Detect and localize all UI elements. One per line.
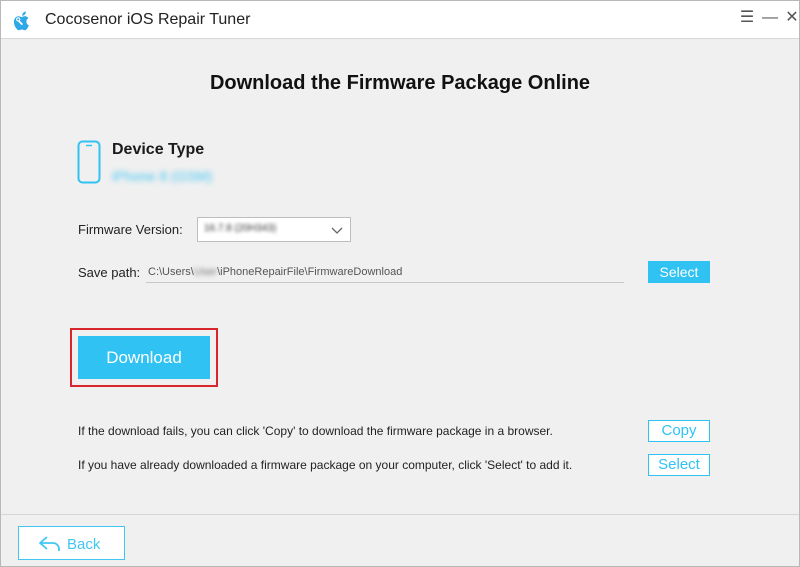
- phone-icon: [77, 140, 101, 184]
- minimize-icon[interactable]: —: [761, 9, 779, 27]
- chevron-down-icon: [331, 227, 343, 234]
- back-arrow-icon: [39, 536, 60, 551]
- menu-icon[interactable]: ☰: [738, 9, 756, 27]
- save-path-masked-user: User: [193, 266, 218, 278]
- save-path-suffix: \iPhoneRepairFile\FirmwareDownload: [217, 266, 403, 278]
- back-label: Back: [67, 536, 101, 553]
- select-firmware-button[interactable]: Select: [648, 454, 710, 476]
- select-info-text: If you have already downloaded a firmwar…: [78, 458, 573, 472]
- apple-wrench-icon: [13, 11, 29, 31]
- firmware-version-label: Firmware Version:: [78, 222, 183, 237]
- page-title: Download the Firmware Package Online: [209, 72, 591, 94]
- device-type-value: iPhone 8 (GSM): [112, 168, 213, 184]
- copy-info-text: If the download fails, you can click 'Co…: [78, 424, 553, 438]
- save-path-field[interactable]: C:\Users\User\iPhoneRepairFile\FirmwareD…: [146, 263, 624, 283]
- app-title: Cocosenor iOS Repair Tuner: [45, 11, 251, 28]
- back-button[interactable]: Back: [18, 526, 125, 560]
- close-icon[interactable]: ✕: [783, 9, 800, 27]
- save-path-label: Save path:: [78, 265, 141, 280]
- save-path-prefix: C:\Users\: [148, 266, 194, 278]
- copy-button[interactable]: Copy: [648, 420, 710, 442]
- footer-bar: Back: [1, 514, 799, 566]
- firmware-version-select[interactable]: 16.7.8 (20H343): [197, 217, 351, 242]
- device-type-label: Device Type: [112, 141, 205, 158]
- download-button[interactable]: Download: [78, 336, 210, 379]
- title-bar: Cocosenor iOS Repair Tuner ☰ — ✕: [1, 1, 799, 39]
- firmware-version-value: 16.7.8 (20H343): [204, 223, 277, 234]
- select-path-button[interactable]: Select: [648, 261, 710, 283]
- app-window: Cocosenor iOS Repair Tuner ☰ — ✕ Downloa…: [0, 0, 800, 567]
- main-content: Download the Firmware Package Online Dev…: [1, 40, 799, 514]
